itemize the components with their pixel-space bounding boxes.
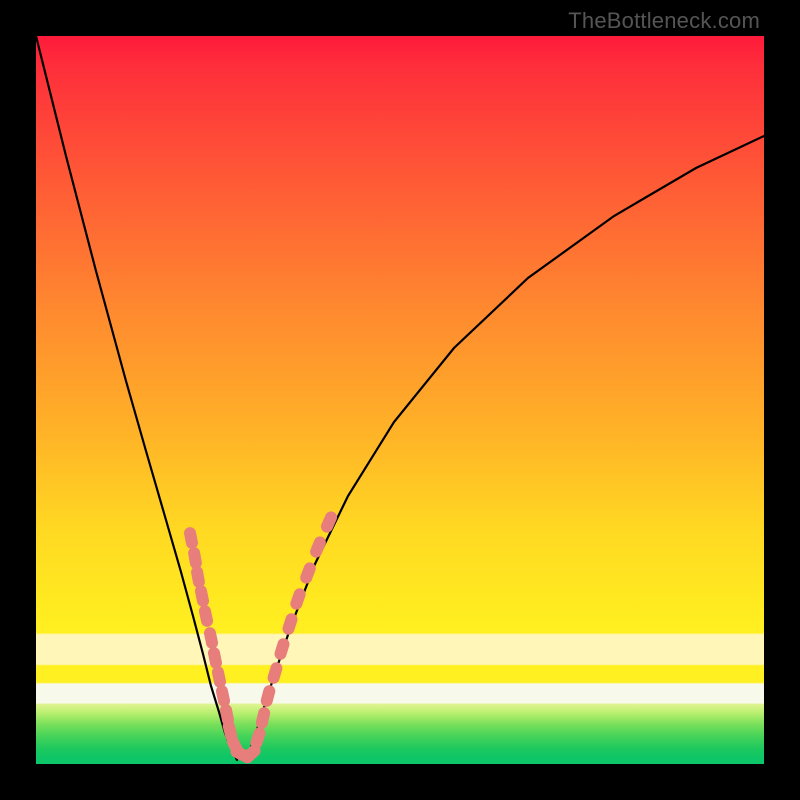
marker-pill	[194, 584, 210, 608]
chart-frame: TheBottleneck.com	[0, 0, 800, 800]
watermark-text: TheBottleneck.com	[568, 8, 760, 34]
marker-pill	[255, 706, 272, 730]
marker-pill	[273, 637, 291, 662]
marker-pill	[190, 565, 206, 589]
marker-pill	[266, 661, 284, 686]
marker-pill	[183, 526, 199, 550]
marker-pill	[207, 646, 223, 670]
marker-pill	[281, 612, 299, 637]
curve-left-branch	[36, 36, 237, 760]
marker-pill	[198, 604, 214, 628]
marker-pill	[211, 665, 227, 689]
marker-pill	[203, 626, 219, 650]
marker-group	[183, 510, 339, 766]
curve-right-branch	[246, 136, 764, 760]
marker-pill	[187, 546, 203, 570]
marker-pill	[259, 684, 276, 708]
marker-pill	[308, 535, 327, 560]
curve-layer	[36, 36, 764, 764]
